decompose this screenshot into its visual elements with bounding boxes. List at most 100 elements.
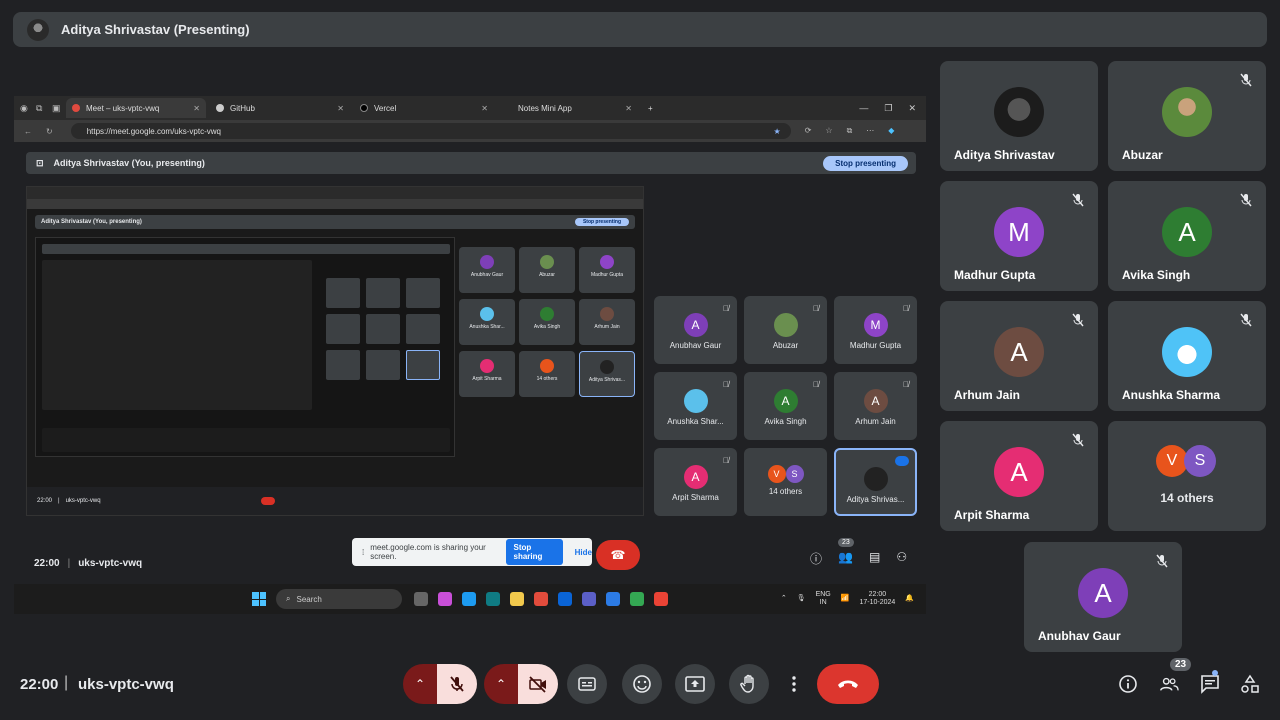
inner-right-controls: ⓘ 👥 23 ▤ ⚇ — [810, 538, 907, 567]
participant-tile[interactable]: A Arhum Jain — [940, 301, 1098, 411]
inner-tile: 🎙̸ A Arhum Jain — [834, 372, 917, 440]
chrome-profile2-icon[interactable] — [654, 592, 668, 606]
stop-presenting-button[interactable]: Stop presenting — [823, 155, 908, 171]
browser-tab-github[interactable]: GitHub ✕ — [210, 98, 350, 118]
os-search-box[interactable]: ⌕ Search — [276, 589, 402, 609]
video-options-chevron-icon[interactable]: ⌃ — [484, 664, 518, 704]
copilot-icon[interactable]: ◆ — [888, 126, 894, 136]
deep-tile — [326, 350, 360, 380]
others-tile[interactable]: V S 14 others — [1108, 421, 1266, 531]
more-icon[interactable]: ⋯ — [866, 126, 874, 136]
avatar: A — [994, 327, 1044, 377]
present-screen-button[interactable] — [675, 664, 715, 704]
recursive-screen — [35, 237, 455, 457]
mic-tray-icon[interactable]: 🎙 — [797, 595, 806, 603]
tray-chevron-icon[interactable]: ⌃ — [781, 595, 787, 603]
reactions-button[interactable] — [622, 664, 662, 704]
inner-tile: 🎙̸ Anushka Shar... — [654, 372, 737, 440]
avatar: A — [1162, 207, 1212, 257]
participant-name: Arpit Sharma — [954, 508, 1030, 522]
close-tab-icon[interactable]: ✕ — [337, 104, 344, 113]
others-avatars: V S — [1156, 445, 1216, 477]
wifi-icon[interactable]: 📶 — [841, 595, 850, 603]
language-indicator[interactable]: ENG IN — [816, 591, 831, 607]
copilot-app-icon[interactable] — [438, 592, 452, 606]
participant-name: Arhum Jain — [954, 388, 1021, 402]
task-view-icon[interactable] — [414, 592, 428, 606]
search-icon: ⌕ — [286, 594, 291, 603]
mic-off-icon — [1072, 193, 1084, 207]
deep-banner — [42, 244, 450, 254]
chrome-profile-icon[interactable] — [630, 592, 644, 606]
nested-end-call — [260, 497, 275, 505]
stop-sharing-button[interactable]: Stop sharing — [505, 539, 563, 565]
participant-tile[interactable]: Abuzar — [1108, 61, 1266, 171]
participant-tile[interactable]: A Anubhav Gaur — [1024, 542, 1182, 652]
participant-name: Madhur Gupta — [954, 268, 1036, 282]
collections-icon[interactable]: ⧉ — [847, 126, 853, 136]
mic-toggle-button[interactable] — [437, 664, 477, 704]
hang-up-icon — [838, 680, 858, 688]
teams-icon[interactable] — [582, 592, 596, 606]
participant-tile[interactable]: Aditya Shrivastav — [940, 61, 1098, 171]
workspaces-icon[interactable]: ⧉ — [36, 103, 46, 113]
nested-tile: Avika Singh — [519, 299, 575, 345]
bookmark-star-icon[interactable]: ★ — [774, 127, 781, 136]
close-tab-icon[interactable]: ✕ — [193, 104, 200, 113]
windows-start-icon[interactable] — [252, 592, 266, 606]
chrome-icon[interactable] — [534, 592, 548, 606]
end-call-button[interactable] — [817, 664, 879, 704]
close-tab-icon[interactable]: ✕ — [625, 104, 632, 113]
participant-tile[interactable]: A Arpit Sharma — [940, 421, 1098, 531]
browser-tab-meet[interactable]: Meet – uks-vptc-vwq ✕ — [66, 98, 206, 118]
extensions-icon[interactable]: ⟳ — [805, 126, 812, 136]
more-options-button[interactable] — [782, 664, 806, 704]
file-explorer-icon[interactable] — [510, 592, 524, 606]
tab-actions-icon[interactable]: ▣ — [52, 103, 62, 113]
outlook-icon[interactable] — [558, 592, 572, 606]
drag-handle-icon[interactable]: ⁞ — [362, 548, 364, 557]
mic-off-icon: 🎙̸ — [903, 304, 909, 313]
close-tab-icon[interactable]: ✕ — [481, 104, 488, 113]
close-window-icon[interactable]: ✕ — [908, 103, 916, 114]
favorites-icon[interactable]: ☆ — [825, 126, 832, 136]
participant-name: Abuzar — [1122, 148, 1163, 162]
avatar: S — [1184, 445, 1216, 477]
browser-tab-vercel[interactable]: Vercel ✕ — [354, 98, 494, 118]
new-tab-icon[interactable]: + — [648, 104, 653, 113]
raise-hand-button[interactable] — [729, 664, 769, 704]
meeting-info-button[interactable] — [1118, 674, 1138, 694]
maximize-icon[interactable]: ❐ — [884, 103, 892, 114]
audio-options-chevron-icon[interactable]: ⌃ — [403, 664, 437, 704]
captions-button[interactable] — [567, 664, 607, 704]
nested-tile: Anushka Shar... — [459, 299, 515, 345]
info-icon: ⓘ — [810, 552, 823, 566]
browser-tools: ⟳ ☆ ⧉ ⋯ ◆ — [805, 126, 895, 136]
profile-icon[interactable]: ◉ — [20, 103, 30, 113]
minimize-icon[interactable]: — — [859, 103, 868, 114]
notes-favicon-icon — [504, 104, 512, 112]
people-button[interactable] — [1159, 674, 1179, 694]
vscode-icon[interactable] — [606, 592, 620, 606]
participant-tile[interactable]: M Madhur Gupta — [940, 181, 1098, 291]
participant-tile[interactable]: Anushka Sharma — [1108, 301, 1266, 411]
chat-icon — [1201, 675, 1219, 694]
sharing-notice: ⁞ meet.google.com is sharing your screen… — [352, 538, 592, 566]
back-icon[interactable]: ← — [24, 127, 32, 136]
reload-icon[interactable]: ↻ — [46, 127, 53, 136]
clock[interactable]: 22:00 17-10-2024 — [859, 591, 895, 607]
activities-button[interactable] — [1240, 674, 1260, 694]
camera-toggle-button[interactable] — [518, 664, 558, 704]
meet-window: Aditya Shrivastav (Presenting) ◉ ⧉ ▣ Mee… — [0, 0, 1280, 720]
mic-off-icon: 🎙̸ — [723, 456, 729, 465]
edge-icon[interactable] — [462, 592, 476, 606]
edge-dev-icon[interactable] — [486, 592, 500, 606]
url-field[interactable]: https://meet.google.com/uks-vptc-vwq ★ — [70, 123, 791, 139]
hide-button[interactable]: Hide — [575, 548, 592, 557]
browser-tab-notes[interactable]: Notes Mini App ✕ — [498, 98, 638, 118]
bottom-control-bar: 22:00 | uks-vptc-vwq ⌃ ⌃ 23 — [0, 658, 1280, 720]
chat-button[interactable] — [1200, 674, 1220, 694]
tab-label: Vercel — [374, 103, 397, 113]
notifications-icon[interactable]: 🔔 — [905, 595, 914, 603]
participant-tile[interactable]: A Avika Singh — [1108, 181, 1266, 291]
